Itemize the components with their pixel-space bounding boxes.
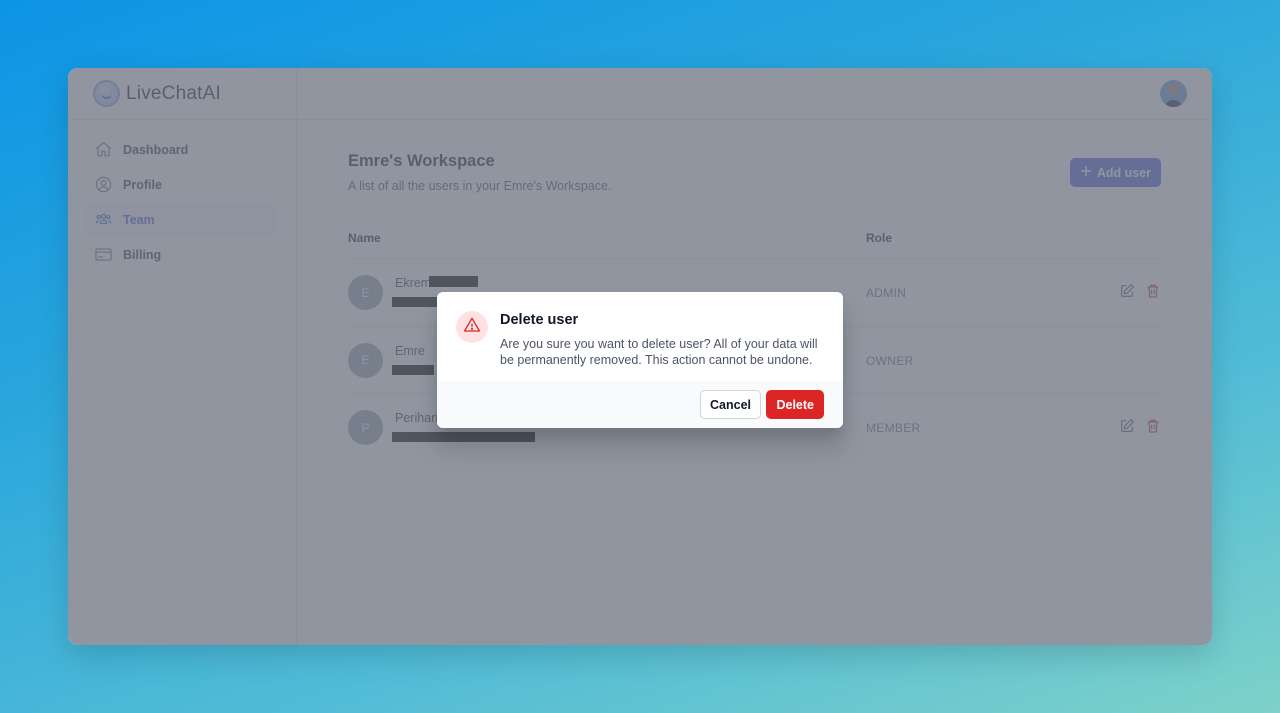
warning-icon-wrapper — [456, 311, 488, 343]
dialog-footer: Cancel Delete — [437, 381, 843, 428]
dialog-message: Are you sure you want to delete user? Al… — [500, 337, 818, 367]
cancel-button[interactable]: Cancel — [700, 390, 761, 419]
delete-user-dialog: Delete user Are you sure you want to del… — [437, 292, 843, 428]
dialog-title: Delete user — [500, 312, 579, 328]
delete-button[interactable]: Delete — [766, 390, 824, 419]
warning-triangle-icon — [463, 316, 481, 339]
